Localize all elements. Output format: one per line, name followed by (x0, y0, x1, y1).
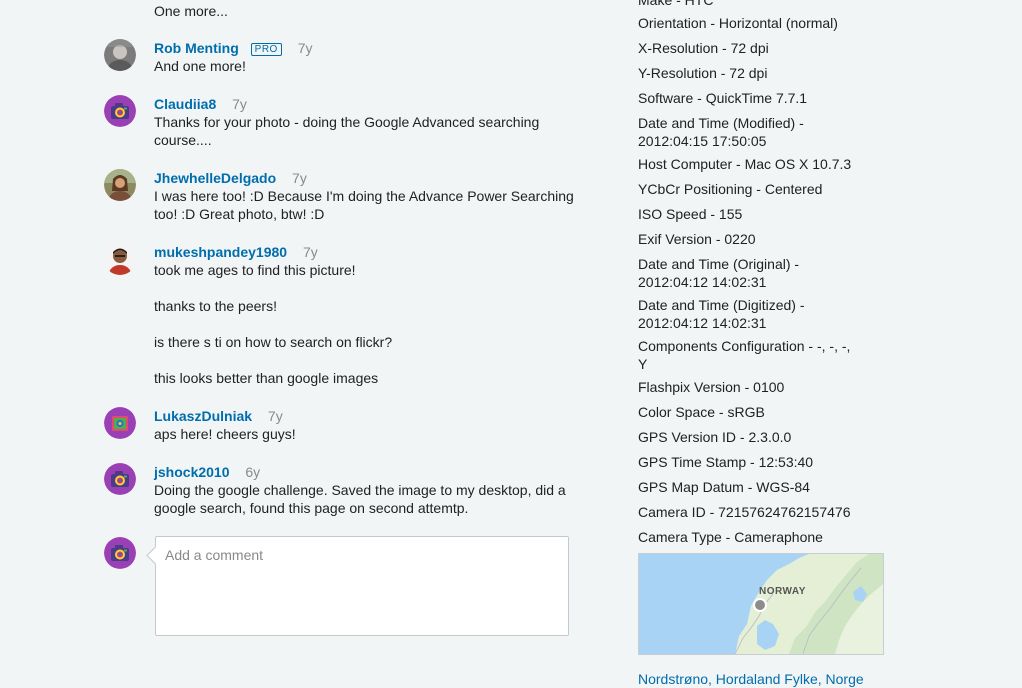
comment-text: Thanks for your photo - doing the Google… (154, 114, 540, 148)
comment-age: 7y (292, 170, 307, 186)
comments-list: One more... Rob Menting PRO 7y And one m… (0, 0, 600, 687)
exif-item: Color Space - sRGB (638, 404, 765, 420)
map-pin (753, 598, 767, 612)
comment-username[interactable]: jshock2010 (154, 464, 230, 480)
exif-item: Exif Version - 0220 (638, 231, 756, 247)
avatar[interactable] (104, 169, 136, 201)
comment-username[interactable]: Rob Menting (154, 40, 239, 56)
add-comment-input[interactable] (156, 537, 568, 635)
location-link[interactable]: Nordstrøno, Hordaland Fylke, Norge (638, 670, 864, 688)
comment-text: Doing the google challenge. Saved the im… (154, 482, 566, 516)
comment-age: 7y (297, 40, 313, 56)
exif-item: GPS Time Stamp - 12:53:40 (638, 454, 814, 470)
comment-text: aps here! cheers guys! (154, 426, 296, 442)
comment-age: 7y (302, 244, 318, 260)
comment-text: And one more! (154, 58, 246, 74)
exif-item: YCbCr Positioning - Centered (638, 181, 823, 197)
comment-text: took me ages to find this picture! thank… (154, 262, 393, 386)
exif-item: X-Resolution - 72 dpi (638, 40, 769, 56)
add-comment-box (146, 536, 569, 636)
exif-item: Orientation - Horizontal (normal) (638, 15, 838, 31)
exif-item: Make - HTC (638, 0, 714, 8)
comment-age: 7y (232, 96, 247, 112)
exif-item: GPS Version ID - 2.3.0.0 (638, 429, 792, 445)
exif-item: Date and Time (Original) - 2012:04:12 14… (638, 256, 800, 290)
comment-username[interactable]: mukeshpandey1980 (154, 244, 287, 260)
location-map[interactable]: NORWAY (638, 553, 884, 655)
comment-age: 7y (267, 408, 283, 424)
exif-item: ISO Speed - 155 (638, 206, 743, 222)
comment-username[interactable]: LukaszDulniak (154, 408, 252, 424)
comment-text: One more... (154, 3, 228, 19)
pro-badge[interactable]: PRO (250, 43, 282, 56)
camera-buddy-icon[interactable] (104, 95, 136, 127)
map-country-label: NORWAY (759, 586, 806, 597)
comment-text: I was here too! :D Because I'm doing the… (154, 188, 574, 222)
exif-item: Date and Time (Modified) - 2012:04:15 17… (638, 115, 804, 149)
comment-username[interactable]: JhewhelleDelgado (154, 170, 276, 186)
exif-item: Camera ID - 72157624762157476 (638, 504, 851, 520)
exif-item: GPS Map Datum - WGS-84 (638, 479, 810, 495)
avatar[interactable] (104, 243, 136, 275)
exif-item: Y-Resolution - 72 dpi (638, 65, 768, 81)
avatar[interactable] (104, 39, 136, 71)
exif-item: Host Computer - Mac OS X 10.7.3 (638, 156, 852, 172)
exif-item: Date and Time (Digitized) - 2012:04:12 1… (638, 297, 805, 331)
camera-buddy-icon[interactable] (104, 463, 136, 495)
exif-item: Flashpix Version - 0100 (638, 379, 785, 395)
comment-age: 6y (245, 464, 261, 480)
exif-item: Software - QuickTime 7.7.1 (638, 90, 808, 106)
exif-item: Camera Type - Cameraphone (638, 529, 823, 545)
exif-item: Components Configuration - -, -, -, Y (638, 338, 851, 372)
comment-username[interactable]: Claudiia8 (154, 96, 216, 112)
camera-buddy-icon (104, 537, 136, 569)
avatar[interactable] (104, 407, 136, 439)
